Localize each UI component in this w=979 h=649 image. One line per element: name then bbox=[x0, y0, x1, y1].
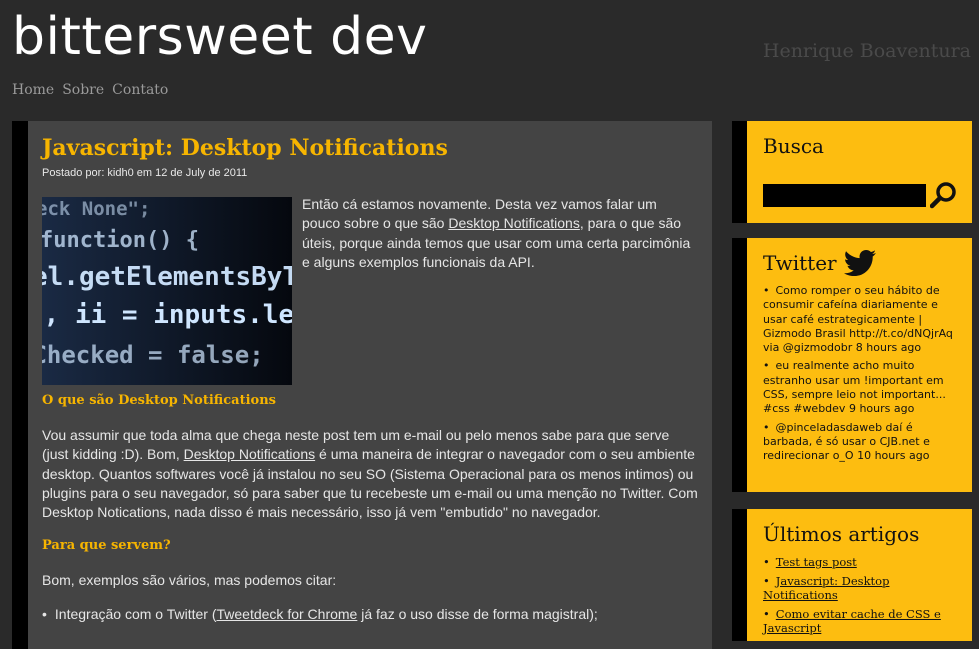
list-item: Test tags post bbox=[763, 555, 956, 570]
list-item: Javascript: Desktop Notifications bbox=[763, 574, 956, 603]
code-line: ), ii = inputs.leng bbox=[42, 300, 292, 330]
widget-left-bar bbox=[732, 509, 747, 641]
tweet-item[interactable]: @pinceladasdaweb daí é barbada, é só usa… bbox=[763, 421, 956, 464]
tweet-list: Como romper o seu hábito de consumir caf… bbox=[763, 284, 956, 464]
section-heading-what: O que são Desktop Notifications bbox=[42, 393, 276, 408]
desktop-notifications-link[interactable]: Desktop Notifications bbox=[448, 215, 580, 231]
widget-left-bar bbox=[732, 121, 747, 223]
site-title[interactable]: bittersweet dev bbox=[12, 2, 427, 72]
article-link[interactable]: Test tags post bbox=[776, 555, 857, 569]
recent-articles-title: Últimos artigos bbox=[763, 522, 920, 546]
search-button[interactable] bbox=[930, 179, 958, 211]
desktop-notifications-link[interactable]: Desktop Notifications bbox=[184, 446, 316, 462]
twitter-bird-icon bbox=[843, 250, 876, 276]
code-line: el.getElementsByTag bbox=[42, 262, 292, 292]
list-item: Como evitar cache de CSS e Javascript bbox=[763, 607, 956, 636]
post-title[interactable]: Javascript: Desktop Notifications bbox=[42, 133, 698, 163]
twitter-widget-header: Twitter bbox=[763, 250, 956, 276]
search-input[interactable] bbox=[763, 183, 926, 207]
nav-contato[interactable]: Contato bbox=[112, 82, 168, 98]
widget-left-bar bbox=[732, 238, 747, 492]
twitter-widget: Twitter Como romper o seu hábito de cons… bbox=[747, 238, 972, 492]
search-widget-title: Busca bbox=[763, 134, 824, 158]
post-left-bar bbox=[12, 121, 28, 649]
nav-sobre[interactable]: Sobre bbox=[62, 82, 104, 98]
tweet-item[interactable]: Como romper o seu hábito de consumir caf… bbox=[763, 284, 956, 355]
code-screenshot-graphic: eck None"; function() { el.getElementsBy… bbox=[42, 197, 292, 385]
search-widget: Busca bbox=[747, 121, 972, 223]
post-meta: Postado por: kidh0 em 12 de July de 2011 bbox=[42, 167, 248, 179]
code-line: eck None"; bbox=[42, 198, 150, 220]
code-line: function() { bbox=[42, 228, 199, 253]
recent-articles-widget: Últimos artigos Test tags post Javascrip… bbox=[747, 509, 972, 641]
twitter-widget-title: Twitter bbox=[763, 251, 837, 275]
post-image: eck None"; function() { el.getElementsBy… bbox=[42, 197, 292, 385]
tweet-item[interactable]: eu realmente acho muito estranho usar um… bbox=[763, 359, 956, 416]
post-paragraph: Bom, exemplos são vários, mas podemos ci… bbox=[42, 572, 337, 589]
article-link[interactable]: Javascript: Desktop Notifications bbox=[763, 574, 889, 603]
post-paragraph: Vou assumir que toda alma que chega nest… bbox=[42, 427, 698, 521]
nav-home[interactable]: Home bbox=[12, 82, 54, 98]
author-name: Henrique Boaventura bbox=[762, 40, 971, 62]
list-item: Integração com o Twitter (Tweetdeck for … bbox=[42, 605, 698, 624]
uses-list: Integração com o Twitter (Tweetdeck for … bbox=[42, 605, 698, 624]
tweetdeck-link[interactable]: Tweetdeck for Chrome bbox=[217, 606, 358, 622]
magnifier-icon bbox=[930, 182, 956, 209]
article-link[interactable]: Como evitar cache de CSS e Javascript bbox=[763, 607, 941, 636]
recent-articles-list: Test tags post Javascript: Desktop Notif… bbox=[763, 555, 956, 636]
section-heading-uses: Para que servem? bbox=[42, 538, 171, 554]
main-nav: Home Sobre Contato bbox=[12, 82, 168, 98]
post-article: Javascript: Desktop Notifications Postad… bbox=[28, 121, 712, 649]
code-line: nChecked = false; bbox=[42, 341, 264, 369]
